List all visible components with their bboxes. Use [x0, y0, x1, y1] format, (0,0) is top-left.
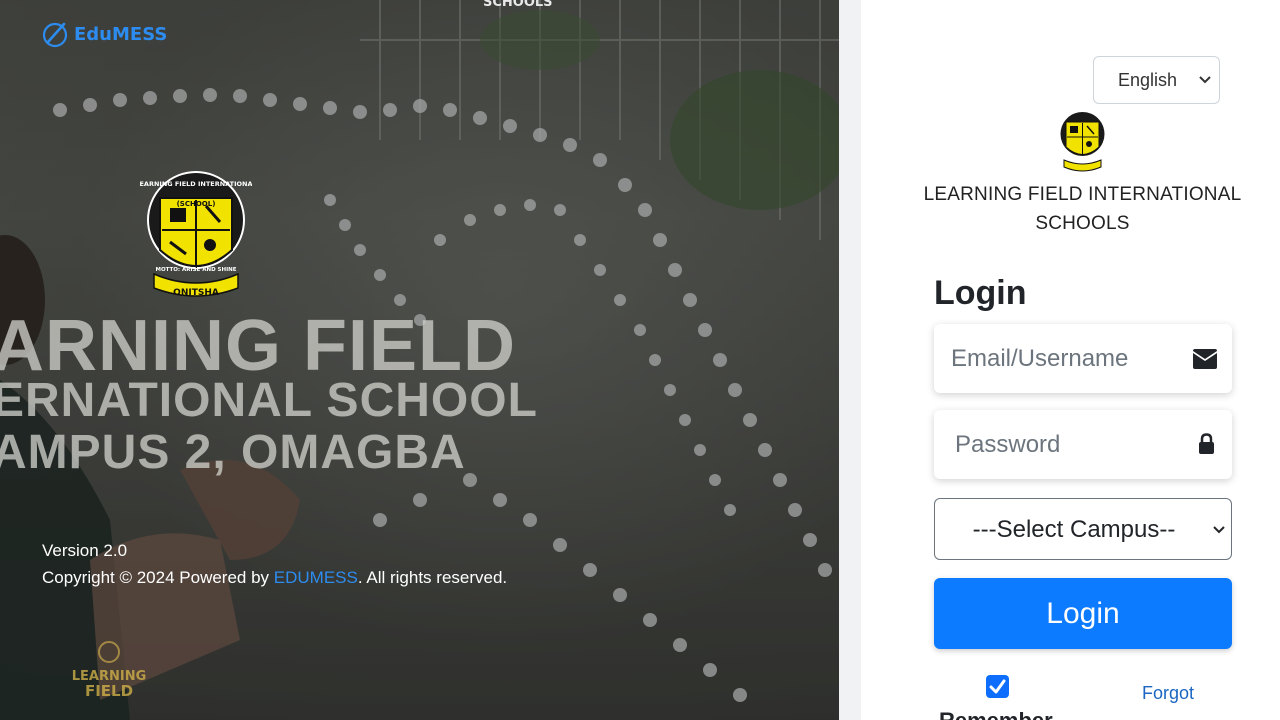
school-crest-logo: [1060, 112, 1105, 172]
edumess-brand[interactable]: EduMESS: [42, 20, 167, 48]
brand-name: EduMESS: [74, 23, 168, 45]
panel-divider: [839, 0, 861, 720]
remember-checkbox[interactable]: [986, 675, 1009, 698]
forgot-password-link[interactable]: Forgot: [1142, 683, 1194, 704]
login-button[interactable]: Login: [934, 578, 1232, 649]
login-heading: Login: [934, 274, 1027, 312]
crest-top-text: LEARNING FIELD INTERNATIONAL: [140, 180, 252, 188]
edumess-link[interactable]: EDUMESS: [274, 568, 358, 587]
version-text: Version 2.0: [42, 541, 128, 560]
copyright-text: Copyright © 2024 Powered by EDUMESS. All…: [42, 568, 507, 588]
email-input[interactable]: [934, 324, 1164, 393]
login-panel: English LEARNING FIELD INTERNATIONAL SCH…: [861, 0, 1280, 720]
envelope-icon: [1193, 349, 1217, 369]
mini-logo-text-2: FIELD: [85, 682, 133, 700]
campus-select[interactable]: ---Select Campus--: [934, 498, 1232, 560]
hero-top-text: SCHOOLS: [483, 0, 553, 10]
hero-panel: EduMESS SCHOOLS LEARNING FIELD INTERNATI…: [0, 0, 839, 720]
crest-school-text: (SCHOOL): [177, 200, 216, 208]
chevron-down-icon: [1199, 76, 1211, 84]
language-value: English: [1118, 70, 1178, 90]
copyright-suffix: . All rights reserved.: [357, 568, 508, 587]
campus-selected-value: ---Select Campus--: [972, 516, 1176, 543]
crest-motto-text: MOTTO: ARISE AND SHINE: [155, 267, 236, 273]
lock-icon: [1199, 433, 1214, 454]
remember-label: Remember: [939, 708, 1053, 720]
password-field: [934, 410, 1232, 479]
chevron-down-icon: [1213, 526, 1225, 534]
hero-school-crest: LEARNING FIELD INTERNATIONAL (SCHOOL) MO…: [140, 171, 252, 298]
language-select[interactable]: English: [1093, 56, 1220, 104]
crest-city-text: ONITSHA: [173, 288, 219, 298]
school-name: LEARNING FIELD INTERNATIONAL SCHOOLS: [923, 184, 1242, 234]
checkmark-icon: [989, 679, 1006, 694]
hero-heading-line-2: ERNATIONAL SCHOOL: [0, 374, 538, 427]
email-field: [934, 324, 1232, 393]
hero-heading-line-3: AMPUS 2, OMAGBA: [0, 426, 466, 479]
password-input[interactable]: [934, 410, 1164, 479]
copyright-prefix: Copyright © 2024 Powered by: [42, 568, 274, 587]
learning-field-mini-logo: LEARNING FIELD: [72, 641, 146, 700]
edumess-logo-icon: [42, 22, 68, 48]
